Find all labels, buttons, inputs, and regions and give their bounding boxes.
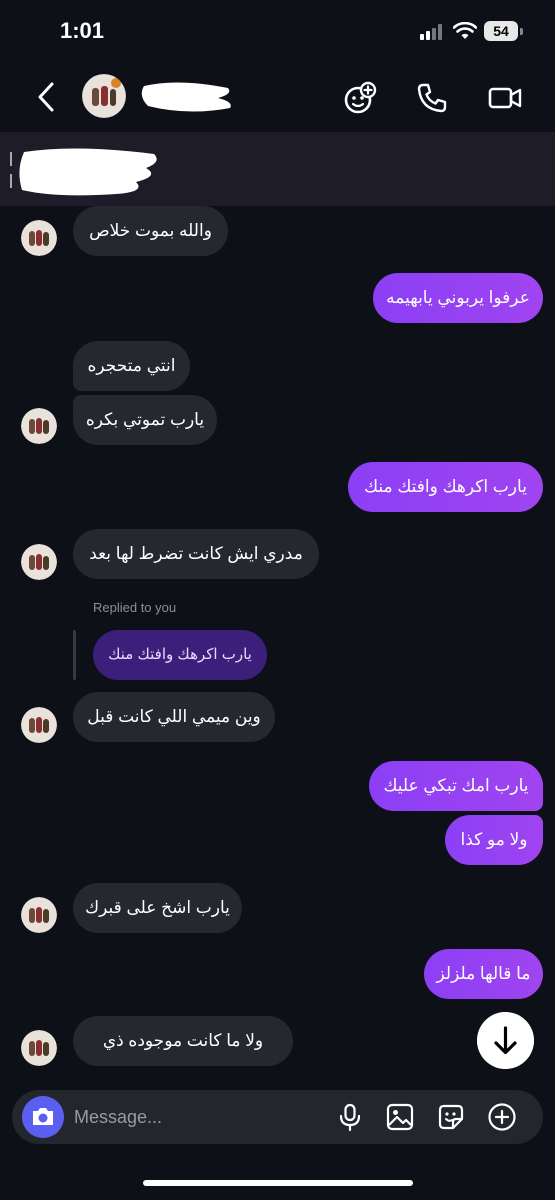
plus-icon[interactable] bbox=[487, 1102, 517, 1132]
contact-name-redacted[interactable] bbox=[138, 76, 238, 114]
quoted-message[interactable]: يارب اكرهك وافتك منك bbox=[93, 630, 267, 680]
contact-avatar[interactable] bbox=[82, 74, 126, 118]
pinned-message-bar[interactable] bbox=[0, 132, 555, 206]
incoming-message[interactable]: والله بموت خلاص bbox=[73, 206, 228, 256]
incoming-message[interactable]: مدري ايش كانت تضرط لها بعد bbox=[73, 529, 319, 579]
replied-to-you-label: Replied to you bbox=[93, 600, 177, 615]
microphone-icon[interactable] bbox=[335, 1102, 365, 1132]
outgoing-message[interactable]: عرفوا يربوني يابهيمه bbox=[373, 273, 543, 323]
message-composer bbox=[12, 1090, 543, 1144]
sender-avatar[interactable] bbox=[21, 897, 57, 933]
pinned-divider bbox=[10, 152, 12, 166]
battery-nub bbox=[520, 28, 523, 35]
sticker-icon[interactable] bbox=[436, 1102, 466, 1132]
incoming-message[interactable]: يارب اشخ على قبرك bbox=[73, 883, 242, 933]
battery-indicator: 54 bbox=[484, 21, 518, 41]
pinned-text-redacted bbox=[19, 148, 157, 196]
camera-icon[interactable] bbox=[22, 1096, 64, 1138]
group-add-icon[interactable] bbox=[342, 80, 378, 116]
outgoing-message[interactable]: يارب اكرهك وافتك منك bbox=[348, 462, 543, 512]
status-time: 1:01 bbox=[60, 18, 105, 43]
cellular-signal-icon bbox=[420, 24, 444, 40]
reply-quote-line bbox=[73, 630, 76, 680]
incoming-message[interactable]: ولا ما كانت موجوده ذي bbox=[73, 1016, 293, 1066]
status-bar: 1:01 54 bbox=[0, 0, 555, 64]
sender-avatar[interactable] bbox=[21, 1030, 57, 1066]
chat-header bbox=[0, 64, 555, 132]
gallery-icon[interactable] bbox=[385, 1102, 415, 1132]
sender-avatar[interactable] bbox=[21, 408, 57, 444]
arrow-down-icon[interactable] bbox=[477, 1012, 534, 1069]
phone-icon[interactable] bbox=[414, 80, 450, 116]
outgoing-message[interactable]: يارب امك تبكي عليك bbox=[369, 761, 543, 811]
outgoing-message[interactable]: ولا مو كذا bbox=[445, 815, 543, 865]
incoming-message[interactable]: وين ميمي اللي كانت قبل bbox=[73, 692, 275, 742]
wifi-icon bbox=[453, 22, 477, 39]
incoming-message[interactable]: يارب تموتي بكره bbox=[73, 395, 217, 445]
sender-avatar[interactable] bbox=[21, 544, 57, 580]
incoming-message[interactable]: انتي متحجره bbox=[73, 341, 190, 391]
home-indicator[interactable] bbox=[143, 1180, 413, 1186]
message-input[interactable] bbox=[74, 1098, 324, 1136]
sender-avatar[interactable] bbox=[21, 220, 57, 256]
sender-avatar[interactable] bbox=[21, 707, 57, 743]
outgoing-message[interactable]: ما قالها ملزلز bbox=[424, 949, 543, 999]
pinned-divider bbox=[10, 174, 12, 188]
video-camera-icon[interactable] bbox=[487, 80, 523, 116]
chevron-left-icon[interactable] bbox=[32, 80, 62, 114]
